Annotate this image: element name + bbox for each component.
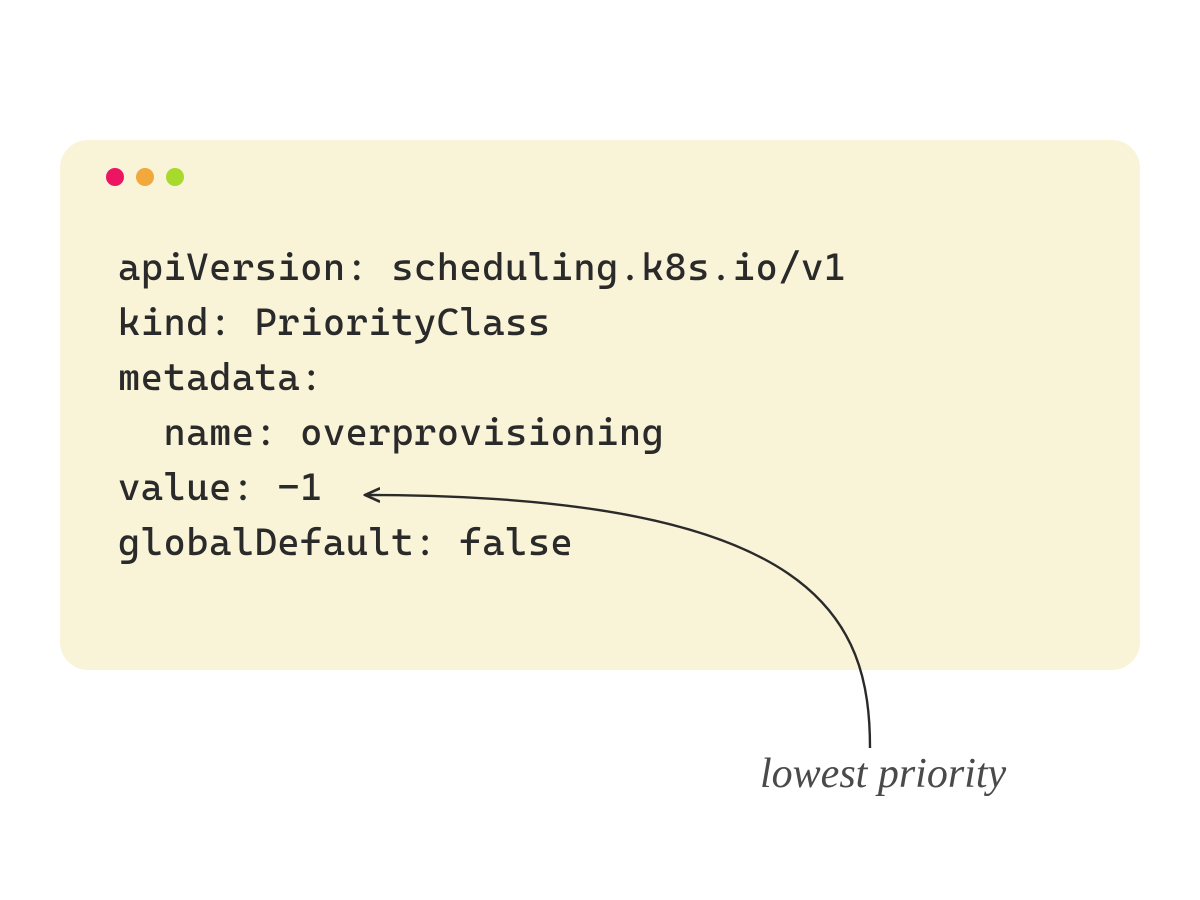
code-line: globalDefault: false [118, 520, 573, 564]
code-window: apiVersion: scheduling.k8s.io/v1 kind: P… [60, 140, 1140, 670]
maximize-icon [166, 168, 184, 186]
code-line: value: -1 [118, 465, 323, 509]
code-line: metadata: [118, 355, 323, 399]
code-line: apiVersion: scheduling.k8s.io/v1 [118, 245, 847, 289]
close-icon [106, 168, 124, 186]
minimize-icon [136, 168, 154, 186]
yaml-code-block: apiVersion: scheduling.k8s.io/v1 kind: P… [118, 240, 1100, 571]
traffic-lights [106, 168, 1100, 186]
code-line: name: overprovisioning [118, 410, 664, 454]
annotation-label: lowest priority [760, 750, 1006, 798]
code-line: kind: PriorityClass [118, 300, 551, 344]
